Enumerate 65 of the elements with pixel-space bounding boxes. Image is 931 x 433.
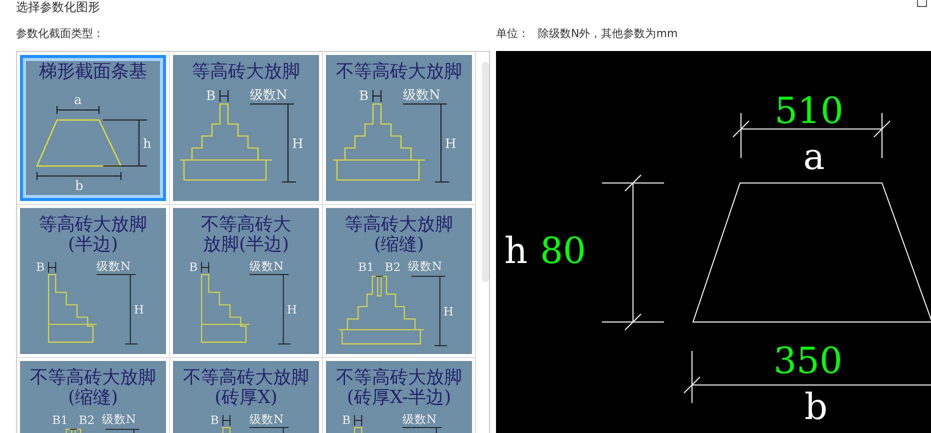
dimension-label: 级数N <box>96 259 131 274</box>
dimension-label: B1 <box>358 260 374 274</box>
dimension-label: 级数N <box>250 88 288 103</box>
dimension-label: 级数N <box>408 259 442 274</box>
tile-title: 等高砖大放脚 <box>192 62 300 82</box>
dimension-label: b <box>804 387 828 428</box>
unit-label: 单位： <box>496 26 530 41</box>
dimension-label: a <box>803 137 825 178</box>
tile-title: 不等高砖大放脚 <box>336 62 462 82</box>
dimension-label: H <box>443 304 454 318</box>
section-type-tile[interactable]: 等高砖大放脚 B 级数N H <box>173 55 319 201</box>
tile-title: 不等高砖大放脚 <box>336 368 462 388</box>
dimension-label: B2 <box>384 260 401 274</box>
tile-title: 不等高砖大放脚 <box>183 368 309 388</box>
section-type-tile[interactable]: 等高砖大放脚 (缩缝) B1 B2 级数N H <box>326 208 472 354</box>
dimension-label: 级数N <box>402 412 437 426</box>
tile-title: 梯形截面条基 <box>39 62 147 82</box>
dimension-label: H <box>134 302 144 317</box>
tile-title: 等高砖大放脚 <box>39 215 147 235</box>
tile-title: (半边) <box>68 235 118 255</box>
half-footing-drawing <box>48 274 98 343</box>
tile-title: (砖厚X) <box>214 388 278 408</box>
window-title: 选择参数化图形 <box>16 0 100 14</box>
tile-title: 等高砖大放脚 <box>345 215 453 235</box>
dimension-label: B1 <box>52 413 68 427</box>
scrollbar[interactable] <box>482 62 489 282</box>
dimension-label: h <box>504 231 528 272</box>
dimension-label: B <box>189 260 198 274</box>
dimension-value: 510 <box>774 91 844 132</box>
dimension-label: 级数N <box>250 259 284 274</box>
dimension-value: 350 <box>774 341 842 382</box>
dimension-lines <box>222 414 291 433</box>
half-footing-drawing <box>200 274 250 343</box>
dimension-label: 级数N <box>403 88 440 103</box>
dimension-label: B <box>36 260 45 274</box>
unit-note: 除级数N外，其他参数为mm <box>538 26 678 41</box>
section-type-tile[interactable]: 不等高砖大放脚 (缩缝) B1 B2 级数N <box>20 361 166 433</box>
dimension-label: B <box>210 413 219 427</box>
dimension-label: B <box>359 89 369 104</box>
section-type-tile[interactable]: 不等高砖大放脚 (砖厚X-半边) B 级数N <box>326 361 472 433</box>
dimension-label: H <box>286 302 297 317</box>
tile-title: (砖厚X-半边) <box>346 388 452 408</box>
dimension-label: B <box>206 89 216 104</box>
section-type-label: 参数化截面类型： <box>16 26 105 41</box>
section-type-tile[interactable]: 不等高砖大放脚 (砖厚X) B 级数N <box>173 361 319 433</box>
dimension-label: 级数N <box>102 412 136 426</box>
dimension-label: B <box>342 413 351 427</box>
dimension-label: B2 <box>78 413 95 427</box>
section-type-tile[interactable]: 梯形截面条基 a h b <box>20 55 166 201</box>
dimension-label: H <box>445 137 456 152</box>
tile-title: (缩缝) <box>68 388 118 408</box>
dimension-label: H <box>292 137 304 152</box>
tile-title: 放脚(半边) <box>202 235 290 255</box>
tile-title: (缩缝) <box>374 235 424 255</box>
section-type-tile[interactable]: 不等高砖大 放脚(半边) B 级数N H <box>173 208 319 354</box>
dimension-label: a <box>74 93 82 108</box>
section-type-tile[interactable]: 等高砖大放脚 (半边) B 级数N H <box>20 208 166 354</box>
tile-title: 不等高砖大放脚 <box>30 368 156 388</box>
tile-title: 不等高砖大 <box>201 215 291 235</box>
dimension-value: 80 <box>540 231 586 272</box>
dimension-label: h <box>143 137 152 152</box>
dimension-label: b <box>75 179 84 194</box>
section-type-tile[interactable]: 不等高砖大放脚 B 级数N H <box>326 55 472 201</box>
dimension-label: 级数N <box>250 412 284 426</box>
maximize-icon[interactable] <box>917 0 927 7</box>
